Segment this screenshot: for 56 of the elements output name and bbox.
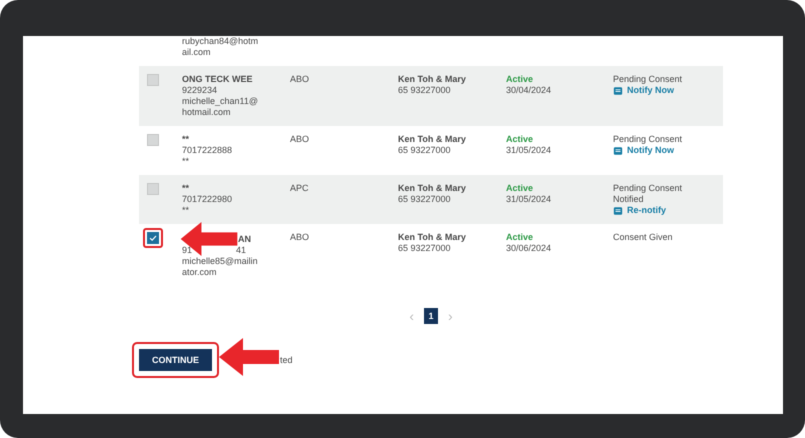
page-button[interactable]: 1 [424,308,438,324]
consent-status: Consent Given [613,232,673,243]
contact-text: 7017222980 [182,194,232,205]
status-text: Active [506,74,534,85]
row-checkbox[interactable] [147,232,159,244]
agent-name: Ken Toh & Mary [398,134,466,145]
notify-link[interactable]: Notify Now [613,145,674,156]
plan-type: ABO [290,134,310,145]
status-date: 30/04/2024 [506,85,552,96]
notify-link[interactable]: Notify Now [613,85,674,96]
check-icon [148,233,158,243]
continue-button[interactable]: CONTINUE [139,349,212,371]
member-name: AN [238,234,251,245]
contact-text: ** [182,205,190,216]
contact-text: rubychan84@hotm [182,36,258,47]
contact-text: 41 [236,245,246,256]
row-checkbox[interactable] [147,134,159,146]
member-name: ** [182,183,190,194]
status-date: 31/05/2024 [506,145,552,156]
consent-status: Pending Consent [613,74,682,85]
agent-name: Ken Toh & Mary [398,232,466,243]
contact-text: ail.com [182,47,211,58]
member-name: ** [182,134,190,145]
plan-type: ABO [290,74,310,85]
contact-text: 91 [182,245,192,256]
member-name: ONG TECK WEE [182,74,253,85]
contact-text: 7017222888 [182,145,232,156]
consent-status: Pending Consent [613,183,682,194]
agent-name: Ken Toh & Mary [398,74,466,85]
agent-phone: 65 93227000 [398,145,451,156]
notify-link[interactable]: Re-notify [613,205,666,216]
selection-note: ted [280,355,293,365]
contact-text: hotmail.com [182,107,231,118]
consent-status: Notified [613,194,644,205]
plan-type: APC [290,183,309,194]
status-text: Active [506,183,534,194]
agent-phone: 65 93227000 [398,194,451,205]
contact-text: ator.com [182,267,217,278]
mail-icon [613,86,623,96]
agent-name: Ken Toh & Mary [398,183,466,194]
row-checkbox[interactable] [147,183,159,195]
status-date: 30/06/2024 [506,243,552,254]
status-text: Active [506,134,534,145]
contact-text: 9229234 [182,85,218,96]
row-checkbox[interactable] [147,74,159,86]
contact-text: ** [182,156,190,167]
contact-text: michelle85@mailin [182,256,258,267]
agent-phone: 65 93227000 [398,243,451,254]
agent-phone: 65 93227000 [398,85,451,96]
status-date: 31/05/2024 [506,194,552,205]
status-text: Active [506,232,534,243]
mail-icon [613,206,623,216]
contact-text: michelle_chan11@ [182,96,258,107]
consent-status: Pending Consent [613,134,682,145]
plan-type: ABO [290,232,310,243]
mail-icon [613,146,623,156]
